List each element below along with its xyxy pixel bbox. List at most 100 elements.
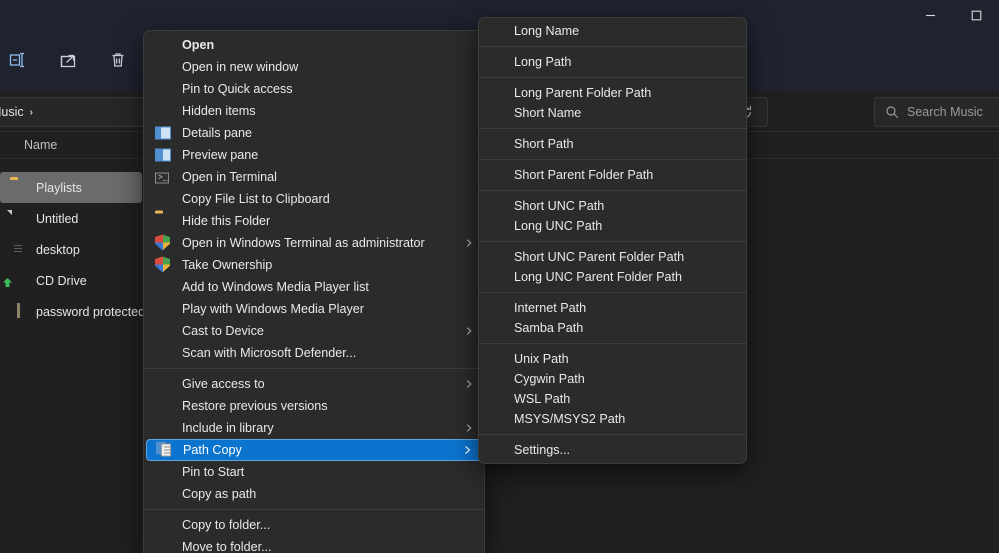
- menu-item-path-copy[interactable]: Path Copy: [146, 439, 482, 461]
- menu-item-scan-with-microsoft-defender[interactable]: Scan with Microsoft Defender...: [146, 342, 482, 364]
- delete-button[interactable]: [100, 44, 136, 76]
- menu-item-label: Hidden items: [182, 104, 256, 118]
- chevron-right-icon: [464, 379, 474, 389]
- submenu-item-unix-path[interactable]: Unix Path: [481, 349, 744, 369]
- archive-icon: [10, 303, 27, 320]
- share-button[interactable]: [50, 44, 86, 76]
- submenu-item-short-unc-parent-folder-path[interactable]: Short UNC Parent Folder Path: [481, 247, 744, 267]
- submenu-item-long-name[interactable]: Long Name: [481, 21, 744, 41]
- menu-item-label: Cygwin Path: [514, 372, 585, 386]
- menu-item-label: Short Path: [514, 137, 574, 151]
- menu-item-pin-to-start[interactable]: Pin to Start: [146, 461, 482, 483]
- menu-item-label: Open in Windows Terminal as administrato…: [182, 236, 425, 250]
- list-item[interactable]: CD Drive: [0, 265, 148, 296]
- list-item[interactable]: password protected.: [0, 296, 149, 327]
- breadcrumb-item-music[interactable]: Music: [0, 105, 24, 119]
- menu-item-label: Open: [182, 38, 215, 52]
- menu-item-label: MSYS/MSYS2 Path: [514, 412, 626, 426]
- menu-item-preview-pane[interactable]: Preview pane: [146, 144, 482, 166]
- submenu-item-settings[interactable]: Settings...: [481, 440, 744, 460]
- menu-item-label: Open in new window: [182, 60, 299, 74]
- submenu-item-long-unc-path[interactable]: Long UNC Path: [481, 216, 744, 236]
- column-header-name[interactable]: Name: [24, 138, 57, 152]
- menu-item-open-in-terminal[interactable]: >_ Open in Terminal: [146, 166, 482, 188]
- menu-separator: [479, 241, 746, 242]
- menu-item-label: Short Parent Folder Path: [514, 168, 654, 182]
- submenu-item-wsl-path[interactable]: WSL Path: [481, 389, 744, 409]
- menu-item-open-in-windows-terminal-as-administrator[interactable]: Open in Windows Terminal as administrato…: [146, 232, 482, 254]
- menu-separator: [479, 434, 746, 435]
- menu-item-label: Long UNC Parent Folder Path: [514, 270, 683, 284]
- menu-item-move-to-folder[interactable]: Move to folder...: [146, 536, 482, 553]
- menu-separator: [479, 190, 746, 191]
- submenu-item-long-parent-folder-path[interactable]: Long Parent Folder Path: [481, 83, 744, 103]
- menu-item-label: Settings...: [514, 443, 571, 457]
- menu-item-pin-to-quick-access[interactable]: Pin to Quick access: [146, 78, 482, 100]
- menu-item-add-to-windows-media-player-list[interactable]: Add to Windows Media Player list: [146, 276, 482, 298]
- preview-pane-icon: [155, 147, 172, 164]
- menu-separator: [144, 509, 484, 510]
- menu-item-label: WSL Path: [514, 392, 571, 406]
- minimize-button[interactable]: [907, 0, 953, 30]
- menu-item-label: Give access to: [182, 377, 265, 391]
- menu-item-label: Pin to Start: [182, 465, 245, 479]
- list-item-label: Playlists: [36, 180, 82, 195]
- submenu-item-cygwin-path[interactable]: Cygwin Path: [481, 369, 744, 389]
- list-item[interactable]: desktop: [0, 234, 148, 265]
- menu-separator: [479, 159, 746, 160]
- menu-item-play-with-windows-media-player[interactable]: Play with Windows Media Player: [146, 298, 482, 320]
- menu-item-cast-to-device[interactable]: Cast to Device: [146, 320, 482, 342]
- menu-item-restore-previous-versions[interactable]: Restore previous versions: [146, 395, 482, 417]
- menu-separator: [144, 368, 484, 369]
- menu-item-copy-to-folder[interactable]: Copy to folder...: [146, 514, 482, 536]
- submenu-item-msys-path[interactable]: MSYS/MSYS2 Path: [481, 409, 744, 429]
- menu-item-open[interactable]: Open: [146, 34, 482, 56]
- menu-item-label: Pin to Quick access: [182, 82, 293, 96]
- menu-item-hidden-items[interactable]: Hidden items: [146, 100, 482, 122]
- menu-item-details-pane[interactable]: Details pane: [146, 122, 482, 144]
- command-toolbar: [0, 42, 150, 78]
- menu-item-label: Preview pane: [182, 148, 259, 162]
- search-input[interactable]: Search Music: [907, 105, 983, 119]
- submenu-item-short-name[interactable]: Short Name: [481, 103, 744, 123]
- menu-item-label: Cast to Device: [182, 324, 264, 338]
- submenu-item-internet-path[interactable]: Internet Path: [481, 298, 744, 318]
- menu-item-label: Details pane: [182, 126, 253, 140]
- folder-icon: [155, 213, 172, 230]
- submenu-item-long-unc-parent-folder-path[interactable]: Long UNC Parent Folder Path: [481, 267, 744, 287]
- menu-item-give-access-to[interactable]: Give access to: [146, 373, 482, 395]
- menu-item-label: Long Parent Folder Path: [514, 86, 652, 100]
- menu-item-copy-as-path[interactable]: Copy as path: [146, 483, 482, 505]
- submenu-item-short-unc-path[interactable]: Short UNC Path: [481, 196, 744, 216]
- menu-item-label: Scan with Microsoft Defender...: [182, 346, 357, 360]
- menu-item-label: Copy File List to Clipboard: [182, 192, 330, 206]
- menu-item-open-in-new-window[interactable]: Open in new window: [146, 56, 482, 78]
- rename-button[interactable]: [0, 44, 36, 76]
- search-box[interactable]: Search Music: [874, 97, 999, 127]
- menu-item-take-ownership[interactable]: Take Ownership: [146, 254, 482, 276]
- list-item[interactable]: Untitled: [0, 203, 148, 234]
- list-item[interactable]: Playlists: [0, 172, 142, 203]
- terminal-icon: >_: [155, 169, 172, 186]
- submenu-item-short-parent-folder-path[interactable]: Short Parent Folder Path: [481, 165, 744, 185]
- menu-item-include-in-library[interactable]: Include in library: [146, 417, 482, 439]
- menu-item-label: Path Copy: [183, 443, 242, 457]
- maximize-button[interactable]: [953, 0, 999, 30]
- submenu-item-samba-path[interactable]: Samba Path: [481, 318, 744, 338]
- uac-shield-icon: [155, 234, 172, 252]
- menu-item-label: Play with Windows Media Player: [182, 302, 364, 316]
- submenu-item-short-path[interactable]: Short Path: [481, 134, 744, 154]
- details-pane-icon: [155, 125, 172, 142]
- chevron-right-icon: [464, 238, 474, 248]
- menu-item-label: Samba Path: [514, 321, 584, 335]
- menu-item-label: Long Name: [514, 24, 580, 38]
- folder-icon: [10, 179, 27, 196]
- submenu-item-long-path[interactable]: Long Path: [481, 52, 744, 72]
- menu-item-hide-this-folder[interactable]: Hide this Folder: [146, 210, 482, 232]
- menu-separator: [479, 128, 746, 129]
- defender-shield-icon: [155, 345, 172, 362]
- menu-item-label: Add to Windows Media Player list: [182, 280, 369, 294]
- menu-item-label: Move to folder...: [182, 540, 272, 553]
- config-icon: [10, 241, 27, 258]
- menu-item-copy-file-list-to-clipboard[interactable]: Copy File List to Clipboard: [146, 188, 482, 210]
